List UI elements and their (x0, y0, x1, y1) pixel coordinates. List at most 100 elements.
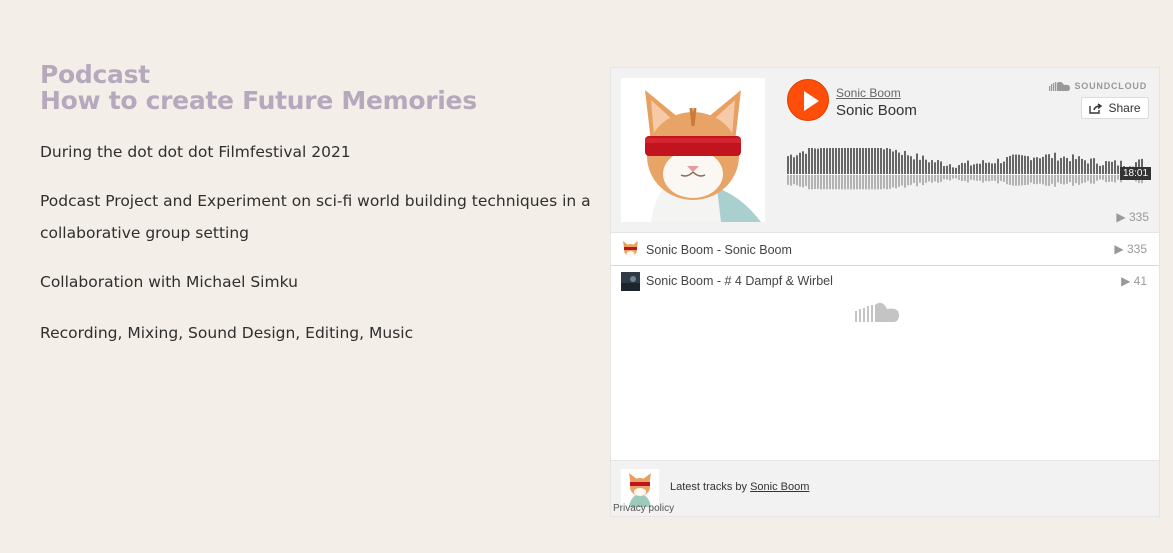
waveform-bar (1111, 161, 1113, 174)
waveform-reflection-bar (1000, 175, 1002, 181)
track-artwork[interactable] (621, 78, 765, 222)
waveform-bar (889, 148, 891, 174)
waveform-bar (850, 148, 852, 174)
waveform-bar (955, 167, 957, 174)
waveform-reflection-bar (940, 175, 942, 182)
waveform-reflection-bar (1021, 175, 1023, 186)
waveform-bar (988, 162, 990, 174)
waveform-bar (1015, 154, 1017, 174)
waveform-reflection-bar (826, 175, 828, 190)
waveform-bar (886, 148, 888, 174)
waveform-bar (820, 148, 822, 174)
waveform-bar (844, 148, 846, 174)
user-avatar[interactable] (621, 469, 659, 507)
row-play-count: 41 (1133, 274, 1147, 288)
waveform-bar (928, 162, 930, 174)
waveform-reflection-bar (946, 175, 948, 180)
waveform-bar (925, 159, 927, 174)
list-item[interactable]: Sonic Boom - # 4 Dampf & Wirbel ▶ 41 (611, 265, 1159, 296)
waveform-reflection-bar (1111, 175, 1113, 182)
waveform-bar (1045, 154, 1047, 174)
waveform-reflection-bar (1072, 175, 1074, 186)
waveform-bar (1021, 155, 1023, 174)
share-icon (1089, 102, 1103, 114)
track-row-plays: ▶ 335 (1114, 242, 1147, 256)
waveform-reflection-bar (913, 175, 915, 184)
waveform-bar (883, 149, 885, 174)
waveform-reflection-bar (922, 175, 924, 186)
waveform-bar (958, 165, 960, 174)
waveform-reflection-bar (835, 175, 837, 190)
waveform-bar (1027, 156, 1029, 174)
waveform-bar (811, 148, 813, 174)
waveform-bar (901, 154, 903, 174)
waveform-reflection-bar (802, 175, 804, 188)
waveform-bar (895, 149, 897, 174)
paragraph-collaboration: Collaboration with Michael Simku (40, 273, 298, 291)
latest-tracks: Latest tracks by Sonic Boom (670, 481, 809, 493)
soundcloud-player: Sonic Boom Sonic Boom SOUNDCLOUD Share 1… (610, 67, 1160, 517)
paragraph-project: Podcast Project and Experiment on sci-fi… (40, 192, 591, 242)
play-button[interactable] (787, 79, 829, 121)
waveform-reflection-bar (925, 175, 927, 183)
waveform-bar (982, 160, 984, 174)
waveform-reflection-bar (898, 175, 900, 187)
waveform-reflection-bar (1087, 175, 1089, 181)
waveform-bar (1099, 165, 1101, 174)
waveform-bar (814, 148, 816, 174)
waveform-reflection-bar (1039, 175, 1041, 184)
waveform-reflection-bar (1012, 175, 1014, 186)
waveform-bar (1090, 158, 1092, 174)
waveform-bar (946, 165, 948, 174)
waveform-reflection-bar (880, 175, 882, 190)
waveform-bar (1018, 154, 1020, 174)
content-column: Podcast How to create Future Memories Du… (40, 62, 600, 349)
waveform-reflection-bar (1018, 175, 1020, 186)
waveform-reflection-bar (964, 175, 966, 181)
waveform-bar (904, 150, 906, 174)
loading-cloud-icon (855, 302, 899, 322)
waveform-bar (1003, 161, 1005, 174)
soundcloud-brand: SOUNDCLOUD (1074, 81, 1147, 91)
waveform-bar (1006, 157, 1008, 174)
waveform-reflection-bar (853, 175, 855, 190)
list-item[interactable]: Sonic Boom - Sonic Boom ▶ 335 (611, 234, 1159, 265)
waveform-bar (1012, 154, 1014, 174)
waveform-bar (1030, 160, 1032, 174)
waveform[interactable] (787, 144, 1148, 194)
user-link[interactable]: Sonic Boom (836, 86, 901, 100)
track-row-title: Sonic Boom - Sonic Boom (646, 242, 792, 257)
play-count-value: 335 (1128, 210, 1149, 224)
waveform-reflection-bar (850, 175, 852, 190)
waveform-bar (835, 148, 837, 174)
latest-user-link[interactable]: Sonic Boom (750, 481, 809, 493)
waveform-reflection-bar (823, 175, 825, 190)
waveform-bar (832, 148, 834, 174)
waveform-reflection-bar (994, 175, 996, 181)
share-button[interactable]: Share (1081, 97, 1149, 119)
waveform-bar (1081, 158, 1083, 174)
waveform-bar (1042, 156, 1044, 174)
privacy-policy-link[interactable]: Privacy policy (613, 503, 674, 514)
waveform-reflection-bar (811, 175, 813, 190)
waveform-reflection-bar (976, 175, 978, 181)
waveform-bar (1084, 160, 1086, 174)
waveform-bar (1102, 165, 1104, 174)
play-count: ▶ 335 (1116, 210, 1149, 224)
waveform-reflection-bar (1102, 175, 1104, 180)
title-line-1: Podcast (40, 60, 150, 89)
waveform-bar (937, 160, 939, 174)
track-title[interactable]: Sonic Boom (836, 102, 917, 119)
waveform-bar (907, 155, 909, 174)
waveform-reflection-bar (985, 175, 987, 182)
waveform-bar (1093, 158, 1095, 174)
waveform-reflection-bar (817, 175, 819, 189)
waveform-reflection-bar (889, 175, 891, 189)
waveform-reflection-bar (1114, 175, 1116, 183)
waveform-reflection-bar (805, 175, 807, 187)
waveform-bar (1063, 156, 1065, 174)
soundcloud-logo[interactable]: SOUNDCLOUD (1048, 81, 1148, 91)
waveform-reflection-bar (901, 175, 903, 186)
waveform-bar (1075, 159, 1077, 174)
waveform-bar (934, 162, 936, 174)
